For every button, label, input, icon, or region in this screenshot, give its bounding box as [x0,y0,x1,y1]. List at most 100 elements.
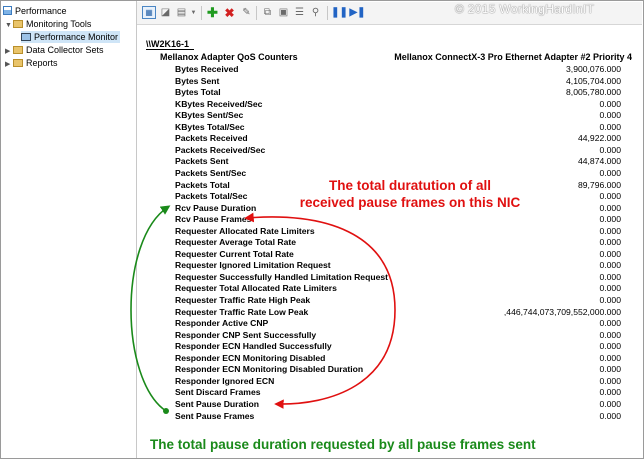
counter-name: Bytes Received [175,64,239,74]
counter-value: 0.000 [599,318,621,329]
counter-row[interactable]: Bytes Sent 4,105,704.000 [138,76,642,88]
counter-row[interactable]: Responder ECN Monitoring Disabled 0.000 [138,353,642,365]
counter-name: Packets Sent/Sec [175,167,247,178]
counter-row[interactable]: Responder Active CNP 0.000 [138,318,642,330]
counter-value: 44,874.000 [577,156,621,167]
counter-name: Bytes Total [175,87,221,98]
counter-row[interactable]: KBytes Total/Sec 0.000 [138,122,642,134]
counter-row[interactable]: Sent Discard Frames 0.000 [138,387,642,399]
counter-row[interactable]: Packets Sent 44,874.000 [138,156,642,168]
counter-name: Requester Ignored Limitation Request [175,260,331,271]
counter-name: Requester Traffic Rate High Peak [175,295,311,305]
monitor-icon [21,33,31,41]
green-annotation: The total pause duration requested by al… [150,437,536,452]
counter-value: 0.000 [599,167,621,178]
counter-row[interactable]: Rcv Pause Frames 0.000 [138,214,642,226]
counter-name: Responder ECN Monitoring Disabled Durati… [175,364,364,375]
change-graph-type-icon[interactable]: ◪ [159,6,172,19]
counter-value: ,446,744,073,709,552,000.000 [503,306,621,317]
add-counter-icon[interactable]: ✚ [206,6,219,19]
properties-icon[interactable]: ☰ [293,6,306,19]
counter-row[interactable]: Responder ECN Monitoring Disabled Durati… [138,364,642,376]
counter-value: 0.000 [599,214,621,225]
counter-value: 0.000 [599,341,621,352]
tree-item-performance-monitor[interactable]: Performance Monitor [21,31,121,43]
zoom-icon[interactable]: ⚲ [309,6,322,19]
red-annotation: The total duratution of all received pau… [285,177,535,211]
tree-item-label: Performance [15,6,67,16]
tree-item-label: Monitoring Tools [26,19,92,29]
counter-name: Responder ECN Monitoring Disabled [175,352,326,363]
counter-row[interactable]: Requester Successfully Handled Limitatio… [138,272,642,284]
server-name: \\W2K16-1 [146,39,190,49]
counter-row[interactable]: Sent Pause Frames 0.000 [138,411,642,423]
delete-counter-icon[interactable]: ✖ [223,6,236,19]
counter-row[interactable]: Responder ECN Handled Successfully 0.000 [138,341,642,353]
collapse-arrow-icon[interactable]: ▼ [5,20,12,32]
counter-name: Packets Sent [175,156,229,167]
view-current-activity-icon[interactable]: ▦ [142,6,156,19]
counter-row[interactable]: Bytes Received 3,900,076.000 [138,64,642,76]
counter-row[interactable]: Responder Ignored ECN 0.000 [138,376,642,388]
counter-name: Sent Pause Frames [175,410,255,421]
counter-name: Responder Active CNP [175,318,269,329]
counter-name: Bytes Sent [175,75,220,86]
counter-value: 0.000 [599,121,621,132]
counter-name: Requester Traffic Rate Low Peak [175,306,309,317]
counter-row[interactable]: KBytes Sent/Sec 0.000 [138,110,642,122]
counter-row[interactable]: Packets Received/Sec 0.000 [138,145,642,157]
counter-name: Packets Received [175,133,248,144]
counter-row[interactable]: KBytes Received/Sec 0.000 [138,99,642,111]
paste-counter-list-icon[interactable]: ▣ [277,6,290,19]
red-annotation-line-2: received pause frames on this NIC [299,195,521,210]
tree-item-data-collector-sets[interactable]: ▶ Data Collector Sets [5,44,104,56]
toolbar-separator [327,6,328,20]
update-data-icon[interactable]: ▶❚ [349,6,365,19]
counter-name: Rcv Pause Frames [175,214,252,225]
counter-row[interactable]: Bytes Total 8,005,780.000 [138,87,642,99]
counter-row[interactable]: Responder CNP Sent Successfully 0.000 [138,330,642,342]
counter-value: 0.000 [599,98,621,109]
red-annotation-line-1: The total duratution of all [329,178,491,193]
server-underline [146,49,194,50]
counter-row[interactable]: Requester Current Total Rate 0.000 [138,249,642,261]
counter-value: 0.000 [599,260,621,271]
tree-item-label: Data Collector Sets [26,45,104,55]
counter-row[interactable]: Requester Traffic Rate Low Peak ,446,744,… [138,307,642,319]
counter-instance-name: Mellanox ConnectX-3 Pro Ethernet Adapter… [394,52,632,62]
counter-value: 0.000 [599,295,621,305]
counter-value: 0.000 [599,329,621,340]
expand-arrow-icon[interactable]: ▶ [5,59,11,71]
counter-object-name: Mellanox Adapter QoS Counters [160,52,298,62]
tree-item-performance[interactable]: Performance [3,5,67,17]
counter-value: 0.000 [599,410,621,421]
folder-icon [13,46,23,54]
counter-row[interactable]: Requester Ignored Limitation Request 0.00… [138,260,642,272]
tree-item-reports[interactable]: ▶ Reports [5,57,58,69]
counter-value: 89,796.000 [577,179,621,190]
counter-name: Requester Current Total Rate [175,248,294,259]
tree-item-monitoring-tools[interactable]: ▼ Monitoring Tools [5,18,91,30]
freeze-display-icon[interactable]: ❚❚ [331,6,348,19]
watermark: © 2015 WorkingHardInIT [455,2,595,16]
counter-row[interactable]: Requester Average Total Rate 0.000 [138,237,642,249]
copy-properties-icon[interactable]: ⧉ [261,6,274,19]
counter-row[interactable]: Requester Traffic Rate High Peak 0.000 [138,295,642,307]
counter-row[interactable]: Requester Total Allocated Rate Limiters 0… [138,283,642,295]
toolbar-separator [201,6,202,20]
highlight-icon[interactable]: ✎ [240,6,253,19]
counter-value: 3,900,076.000 [566,64,621,74]
counter-row[interactable]: Requester Allocated Rate Limiters 0.000 [138,226,642,238]
counter-name: Responder CNP Sent Successfully [175,329,317,340]
counter-value: 0.000 [599,191,621,202]
counter-value: 8,005,780.000 [566,87,621,98]
dropdown-arrow-icon[interactable]: ▼ [187,6,200,19]
counter-row[interactable]: Sent Pause Duration 0.000 [138,399,642,411]
counter-row[interactable]: Packets Received 44,922.000 [138,133,642,145]
counter-name: Packets Total [175,179,230,190]
folder-icon [13,20,23,28]
counter-name: KBytes Total/Sec [175,121,245,132]
counter-name: Requester Total Allocated Rate Limiters [175,283,337,294]
counter-name: Sent Discard Frames [175,387,261,398]
counter-value: 0.000 [599,110,621,121]
